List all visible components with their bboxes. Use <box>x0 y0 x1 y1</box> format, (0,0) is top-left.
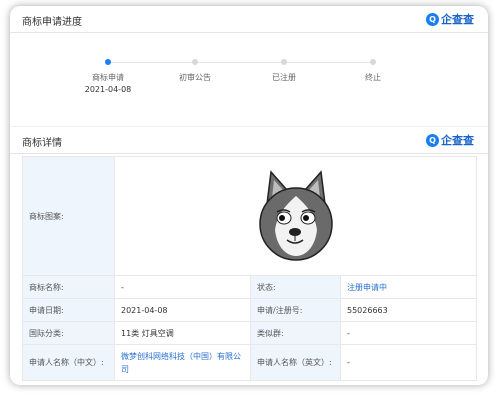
trademark-doge-image[interactable] <box>257 168 335 264</box>
regno-label: 申请/注册号: <box>250 298 341 322</box>
trademark-card: 商标申请进度 Q 企查查 商标申请 2021-04-08 初审公告 已注册 终止… <box>10 6 488 385</box>
progress-title: 商标申请进度 <box>22 17 82 28</box>
image-label: 商标图案: <box>22 156 115 276</box>
step-application: 商标申请 2021-04-08 <box>63 38 153 97</box>
table-row: 商标图案: <box>22 156 478 276</box>
qichacha-logo-text: 企查查 <box>441 13 474 26</box>
step-terminated: 终止 <box>328 38 418 83</box>
date-label: 申请日期: <box>22 298 115 322</box>
status-value[interactable]: 注册申请中 <box>339 275 478 299</box>
date-value: 2021-04-08 <box>114 298 251 322</box>
progress-steps: 商标申请 2021-04-08 初审公告 已注册 终止 <box>10 38 488 118</box>
applicant-en-label: 申请人名称（英文）: <box>250 344 341 381</box>
step-dot-active <box>105 59 111 65</box>
table-row: 商标名称: - 状态: 注册申请中 <box>22 275 478 299</box>
step-label: 终止 <box>365 73 381 82</box>
step-label: 已注册 <box>272 73 296 82</box>
progress-header: 商标申请进度 Q 企查查 <box>10 6 488 33</box>
table-row: 国际分类: 11类 灯具空调 类似群: - <box>22 321 478 345</box>
step-dot <box>281 59 287 65</box>
detail-table: 商标图案: 商标名称: - 状态: 注册申请中 申请日期: 2021-04-08… <box>22 156 478 381</box>
status-label: 状态: <box>250 275 341 299</box>
table-row: 申请人名称（中文）: 微梦创科网络科技（中国）有限公司 申请人名称（英文）: - <box>22 344 478 381</box>
detail-title: 商标详情 <box>22 138 62 149</box>
step-label: 初审公告 <box>179 73 211 82</box>
class-value: 11类 灯具空调 <box>114 321 251 345</box>
step-date: 2021-04-08 <box>84 85 132 94</box>
qichacha-logo-icon: Q <box>426 12 439 26</box>
step-dot <box>370 59 376 65</box>
step-registered: 已注册 <box>239 38 329 83</box>
qichacha-logo-text: 企查查 <box>441 134 474 147</box>
step-dot <box>192 59 198 65</box>
similar-value: - <box>339 321 478 345</box>
class-label: 国际分类: <box>22 321 115 345</box>
applicant-en-value: - <box>339 344 478 381</box>
step-preliminary: 初审公告 <box>150 38 240 83</box>
trademark-image-cell <box>113 156 478 276</box>
qichacha-logo[interactable]: Q 企查查 <box>426 11 474 27</box>
step-label: 商标申请 <box>92 73 124 82</box>
applicant-cn-value[interactable]: 微梦创科网络科技（中国）有限公司 <box>114 344 251 381</box>
regno-value: 55026663 <box>339 298 478 322</box>
qichacha-logo[interactable]: Q 企查查 <box>426 132 474 148</box>
name-value: - <box>114 275 251 299</box>
table-row: 申请日期: 2021-04-08 申请/注册号: 55026663 <box>22 298 478 322</box>
name-label: 商标名称: <box>22 275 115 299</box>
applicant-cn-label: 申请人名称（中文）: <box>22 344 115 381</box>
qichacha-logo-icon: Q <box>426 133 439 147</box>
similar-label: 类似群: <box>250 321 341 345</box>
detail-header: 商标详情 Q 企查查 <box>10 126 488 154</box>
